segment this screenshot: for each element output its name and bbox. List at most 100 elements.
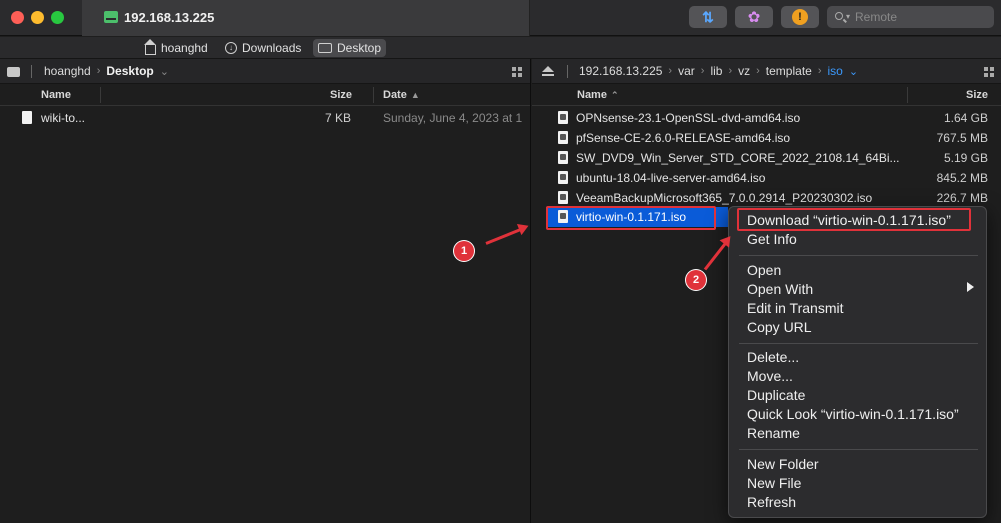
file-row[interactable]: SW_DVD9_Win_Server_STD_CORE_2022_2108.14… <box>532 148 1001 168</box>
desktop-icon <box>318 43 332 53</box>
menu-separator <box>739 343 978 344</box>
column-divider[interactable] <box>100 87 101 103</box>
file-size: 1.64 GB <box>943 111 988 125</box>
chevron-right-icon: › <box>817 65 822 77</box>
column-name[interactable]: Name <box>41 89 71 101</box>
iso-file-icon <box>558 111 568 124</box>
favorite-hoanghd[interactable]: hoanghd <box>140 38 213 57</box>
breadcrumb: 192.168.13.225 › var › lib › vz › templa… <box>579 64 858 78</box>
crumb-template[interactable]: template <box>766 64 812 78</box>
file-name: OPNsense-23.1-OpenSSL-dvd-amd64.iso <box>576 111 801 125</box>
column-size[interactable]: Size <box>966 89 988 101</box>
divider <box>567 65 568 78</box>
local-path-bar: hoanghd › Desktop ⌄ <box>0 59 530 84</box>
menu-item-refresh[interactable]: Refresh <box>747 494 796 510</box>
column-date[interactable]: Date ▲ <box>383 89 420 101</box>
context-menu: Download “virtio-win-0.1.171.iso” Get In… <box>728 206 987 518</box>
column-divider[interactable] <box>373 87 374 103</box>
connection-tab[interactable]: 192.168.13.225 <box>82 0 530 36</box>
sync-button[interactable]: ⇅ <box>689 6 727 28</box>
file-date: Sunday, June 4, 2023 at 1 <box>383 111 523 125</box>
eject-icon[interactable] <box>542 66 554 76</box>
menu-item-open[interactable]: Open <box>747 262 781 278</box>
menu-item-new-folder[interactable]: New Folder <box>747 456 819 472</box>
tab-title: 192.168.13.225 <box>124 10 215 25</box>
file-row[interactable]: pfSense-CE-2.6.0-RELEASE-amd64.iso 767.5… <box>532 128 1001 148</box>
favorite-downloads[interactable]: ↓ Downloads <box>220 39 306 57</box>
menu-item-new-file[interactable]: New File <box>747 475 801 491</box>
menu-item-quick-look[interactable]: Quick Look “virtio-win-0.1.171.iso” <box>747 406 959 422</box>
crumb-host[interactable]: 192.168.13.225 <box>579 64 662 78</box>
close-window-button[interactable] <box>11 11 24 24</box>
transmit-button[interactable]: ✿ <box>735 6 773 28</box>
iso-file-icon <box>558 171 568 184</box>
menu-item-copy-url[interactable]: Copy URL <box>747 319 812 335</box>
menu-item-move[interactable]: Move... <box>747 368 793 384</box>
document-icon <box>22 111 32 124</box>
column-divider[interactable] <box>907 87 908 103</box>
local-column-header: Name Size Date ▲ <box>0 84 530 106</box>
crumb-iso[interactable]: iso <box>828 64 843 78</box>
sync-icon: ⇅ <box>702 8 714 25</box>
file-name: VeeamBackupMicrosoft365_7.0.0.2914_P2023… <box>576 191 873 205</box>
menu-separator <box>739 449 978 450</box>
step-badge-1: 1 <box>454 241 474 261</box>
title-bar: 192.168.13.225 ⇅ ✿ ! ▾ Remote <box>0 0 1001 36</box>
column-name[interactable]: Name ⌃ <box>577 89 619 101</box>
menu-item-delete[interactable]: Delete... <box>747 349 799 365</box>
iso-file-icon <box>558 131 568 144</box>
file-size: 7 KB <box>325 111 352 125</box>
download-icon: ↓ <box>225 42 237 54</box>
chevron-down-icon[interactable]: ⌄ <box>849 65 858 78</box>
favorite-label: Desktop <box>337 41 382 55</box>
file-size: 845.2 MB <box>936 171 988 185</box>
search-placeholder: Remote <box>855 10 898 24</box>
menu-item-get-info[interactable]: Get Info <box>747 231 797 247</box>
crumb-hoanghd[interactable]: hoanghd <box>44 64 91 78</box>
column-size[interactable]: Size <box>330 89 352 101</box>
menu-item-open-with[interactable]: Open With <box>747 281 813 297</box>
chevron-right-icon: › <box>756 65 760 77</box>
favorites-bar: hoanghd ↓ Downloads Desktop <box>0 37 1001 59</box>
disk-icon[interactable] <box>7 67 20 77</box>
file-row[interactable]: OPNsense-23.1-OpenSSL-dvd-amd64.iso 1.64… <box>532 108 1001 128</box>
file-size: 5.19 GB <box>943 151 988 165</box>
breadcrumb: hoanghd › Desktop ⌄ <box>44 64 169 78</box>
file-size: 226.7 MB <box>936 191 988 205</box>
chevron-right-icon <box>967 282 974 292</box>
remote-path-bar: 192.168.13.225 › var › lib › vz › templa… <box>532 59 1001 84</box>
menu-item-duplicate[interactable]: Duplicate <box>747 387 805 403</box>
transmit-flower-icon: ✿ <box>747 9 761 26</box>
file-row[interactable]: wiki-to... 7 KB Sunday, June 4, 2023 at … <box>0 108 531 128</box>
minimize-window-button[interactable] <box>31 11 44 24</box>
crumb-var[interactable]: var <box>678 64 695 78</box>
iso-file-icon <box>558 191 568 204</box>
file-row[interactable]: ubuntu-18.04-live-server-amd64.iso 845.2… <box>532 168 1001 188</box>
view-grid-icon[interactable] <box>984 67 994 77</box>
zoom-window-button[interactable] <box>51 11 64 24</box>
highlight-box-download <box>737 208 971 231</box>
file-row[interactable]: VeeamBackupMicrosoft365_7.0.0.2914_P2023… <box>532 188 1001 208</box>
local-pane: hoanghd › Desktop ⌄ Name Size Date ▲ wiki… <box>0 59 531 523</box>
info-button[interactable]: ! <box>781 6 819 28</box>
iso-file-icon <box>558 151 568 164</box>
chevron-right-icon: › <box>96 65 101 77</box>
network-icon <box>104 11 118 23</box>
menu-item-edit-in-transmit[interactable]: Edit in Transmit <box>747 300 843 316</box>
crumb-desktop[interactable]: Desktop <box>106 64 153 78</box>
file-name: ubuntu-18.04-live-server-amd64.iso <box>576 171 766 185</box>
favorite-label: hoanghd <box>161 41 208 55</box>
home-icon <box>144 38 156 55</box>
info-icon: ! <box>792 9 808 25</box>
search-field[interactable]: ▾ Remote <box>827 6 994 28</box>
remote-column-header: Name ⌃ Size <box>532 84 1001 106</box>
chevron-down-icon[interactable]: ⌄ <box>160 65 169 78</box>
file-name: pfSense-CE-2.6.0-RELEASE-amd64.iso <box>576 131 791 145</box>
crumb-lib[interactable]: lib <box>710 64 722 78</box>
file-name: SW_DVD9_Win_Server_STD_CORE_2022_2108.14… <box>576 151 900 165</box>
menu-item-rename[interactable]: Rename <box>747 425 800 441</box>
chevron-right-icon: › <box>728 65 733 77</box>
view-grid-icon[interactable] <box>512 67 522 77</box>
crumb-vz[interactable]: vz <box>738 64 750 78</box>
favorite-desktop[interactable]: Desktop <box>313 39 387 57</box>
